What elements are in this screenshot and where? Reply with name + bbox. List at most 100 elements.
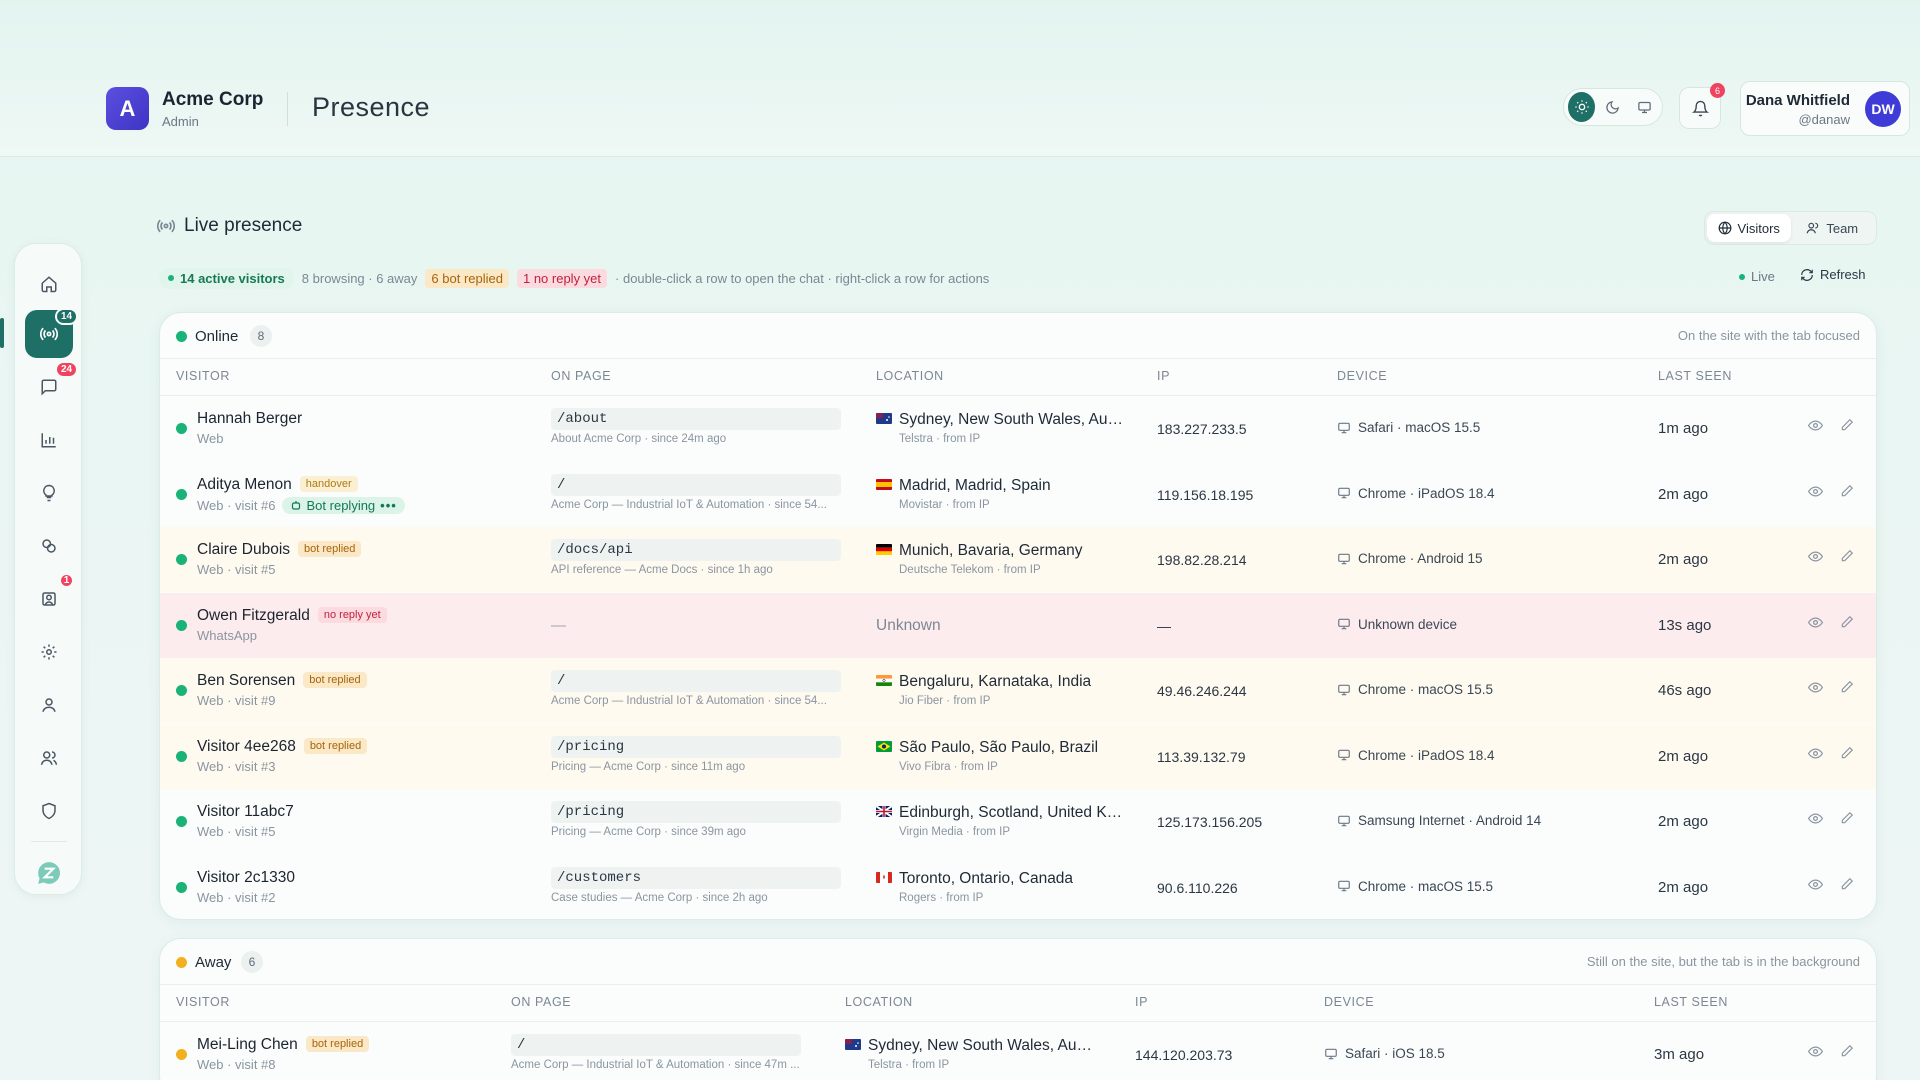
table-row[interactable]: Visitor 4ee268 bot replied Web · visit #3 /… [160,723,1876,789]
view-button[interactable] [1807,484,1824,504]
dark-theme-button[interactable] [1599,92,1626,122]
view-button[interactable] [1807,615,1824,635]
sidebar-item-settings[interactable] [25,628,73,676]
tab-team[interactable]: Team [1791,214,1875,242]
sidebar-item-integrations[interactable] [25,522,73,570]
org-logo[interactable]: A [106,87,149,130]
table-row[interactable]: Hannah Berger Web/about About Acme Corp · … [160,396,1876,461]
column-last-seen[interactable]: LAST SEEN [1654,995,1728,1009]
visitor-meta: Web · visit #8 [197,1057,276,1072]
edit-button[interactable] [1840,1044,1854,1063]
group-note: On the site with the tab focused [1677,328,1860,343]
tickets-badge: 1 [59,573,74,588]
last-seen: 2m ago [1658,551,1709,568]
view-button[interactable] [1807,418,1824,438]
column-visitor[interactable]: VISITOR [176,995,230,1009]
edit-button[interactable] [1840,680,1854,699]
status-dot [176,488,187,500]
column-visitor[interactable]: VISITOR [176,369,230,383]
view-button[interactable] [1807,877,1824,897]
location: São Paulo, São Paulo, Brazil [876,739,1098,757]
column-ip[interactable]: IP [1157,369,1170,383]
column-location[interactable]: LOCATION [876,369,944,383]
edit-button[interactable] [1840,615,1854,634]
column-ip[interactable]: IP [1135,995,1148,1009]
visitor-channel: Web · visit #3 [197,758,276,774]
sidebar-divider [31,841,67,842]
column-on-page[interactable]: ON PAGE [551,369,611,383]
sidebar-item-analytics[interactable] [25,416,73,464]
device-name: Chrome · macOS 15.5 [1358,878,1494,894]
flag-icon [876,870,892,888]
monitor-icon [1325,1048,1337,1059]
refresh-button[interactable]: Refresh [1800,267,1866,282]
flag-icon [876,542,892,560]
group-title: Away [195,954,232,971]
column-on-page[interactable]: ON PAGE [511,995,571,1009]
online-group: Online 8 On the site with the tab focuse… [159,312,1877,920]
status-badge: bot replied [298,541,362,557]
browsing-away-stat: 8 browsing · 6 away [301,270,418,286]
column-location[interactable]: LOCATION [845,995,913,1009]
view-button[interactable] [1807,549,1824,569]
monitor-icon [1338,618,1350,630]
table-row[interactable]: Owen Fitzgerald no reply yet WhatsApp — Unkn… [160,592,1876,658]
ip-address: 49.46.246.244 [1157,683,1247,699]
sidebar-item-ideas[interactable] [25,469,73,517]
edit-button[interactable] [1840,811,1854,830]
last-seen: 13s ago [1658,616,1712,634]
column-device[interactable]: DEVICE [1337,369,1387,383]
device: Samsung Internet · Android 14 [1337,813,1541,828]
light-theme-button[interactable] [1568,92,1596,122]
monitor-icon [1338,749,1350,761]
table-row[interactable]: Mei-Ling Chen bot replied Web · visit #8 / A… [160,1022,1876,1080]
shield-icon [42,802,56,820]
location-name: São Paulo, São Paulo, Brazil [899,738,1099,756]
view-button[interactable] [1807,1044,1824,1064]
location-name: Bengaluru, Karnataka, India [899,673,1092,690]
sidebar-item-profile[interactable] [25,681,73,729]
view-button[interactable] [1807,746,1824,766]
sidebar-item-home[interactable] [25,260,73,308]
sidebar-item-team[interactable] [25,734,73,782]
page-title: Pricing — Acme Corp · since 39m ago [551,826,746,838]
edit-icon [1841,746,1854,758]
bell-icon [1691,100,1709,116]
page-path: /pricing [551,801,841,823]
system-theme-button[interactable] [1631,92,1658,122]
status-dot [176,1049,187,1060]
column-last-seen[interactable]: LAST SEEN [1658,369,1732,383]
device: Safari · macOS 15.5 [1337,420,1480,435]
page-empty: — [551,616,566,634]
edit-button[interactable] [1840,418,1854,437]
status-badge: handover [299,475,358,492]
tab-visitors[interactable]: Visitors [1707,214,1791,242]
user-icon [42,698,56,712]
edit-icon [1841,615,1854,627]
last-seen: 2m ago [1658,747,1709,765]
edit-button[interactable] [1840,746,1854,765]
edit-button[interactable] [1840,549,1854,568]
last-seen: 2m ago [1658,878,1709,896]
column-device[interactable]: DEVICE [1324,995,1374,1009]
sidebar-item-app[interactable] [25,849,73,897]
active-visitors-label: 14 active visitors [180,270,285,286]
table-row[interactable]: Ben Sorensen bot replied Web · visit #9 / Ac… [160,658,1876,723]
table-row[interactable]: Visitor 2c1330 Web · visit #2/customers Ca… [160,855,1876,920]
edit-button[interactable] [1840,484,1854,503]
table-row[interactable]: Aditya Menon handover Web · visit #6 Bot re… [160,462,1876,527]
sidebar-item-security[interactable] [25,787,73,835]
edit-icon [1841,680,1854,693]
table-row[interactable]: Claire Dubois bot replied Web · visit #5/d… [160,527,1876,592]
visitor-name: Hannah Berger [197,410,303,427]
top-header: A Acme Corp Admin Presence 6 Dana Whitfi… [0,0,1920,157]
view-button[interactable] [1807,680,1824,700]
edit-button[interactable] [1840,877,1854,896]
tab-team-label: Team [1826,220,1859,236]
live-label: Live [1751,269,1775,284]
ip-address: — [1157,617,1171,634]
table-row[interactable]: Visitor 11abc7 Web · visit #5/pricing Pric… [160,789,1876,854]
location-isp: Telstra · from IP [868,1059,950,1071]
view-button[interactable] [1807,811,1824,831]
user-menu[interactable]: Dana Whitfield @danaw DW [1740,81,1910,136]
